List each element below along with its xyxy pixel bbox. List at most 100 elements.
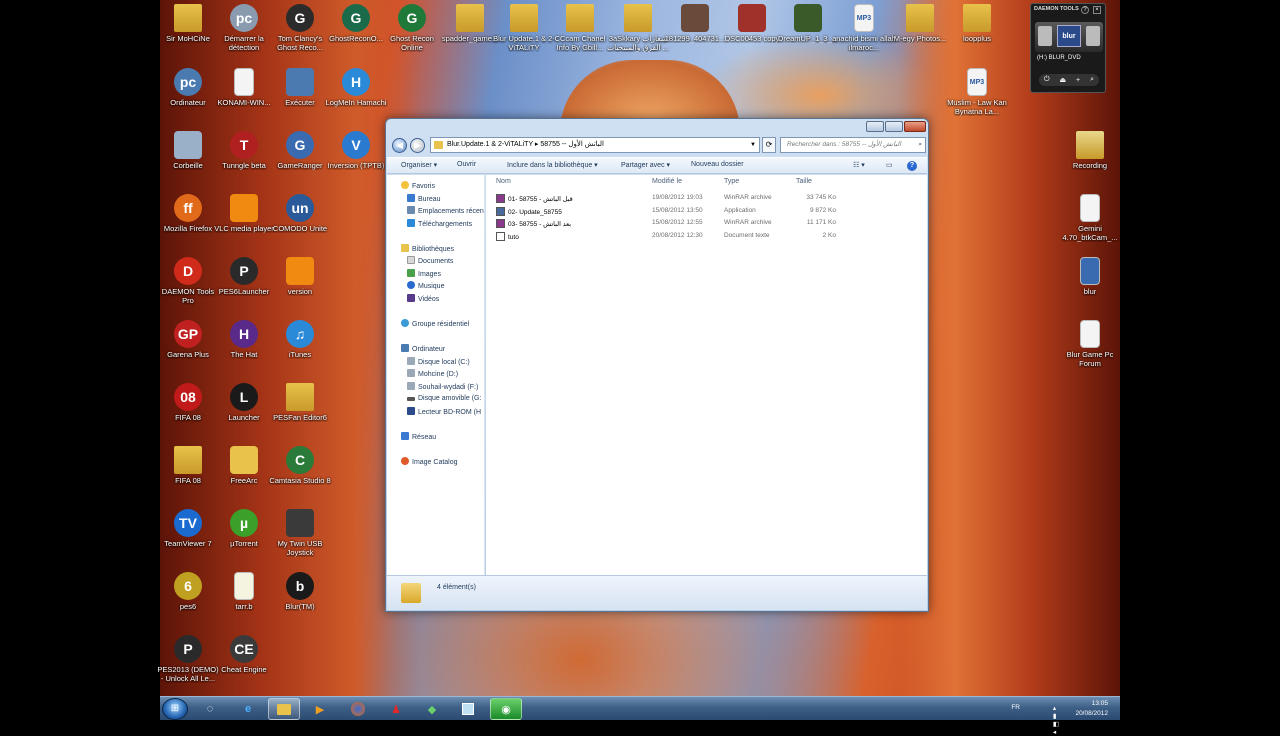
taskbar-ie-icon[interactable]: e (232, 698, 264, 720)
desktop-icon[interactable]: MP3 Muslim - Law Kan Bynatna La... (945, 68, 1009, 116)
desktop-icon[interactable]: G Ghost Recon Online (380, 4, 444, 52)
column-header-type[interactable]: Type (724, 178, 739, 188)
desktop-icon[interactable]: H LogMeIn Hamachi (324, 68, 388, 107)
desktop-icon[interactable]: µ µTorrent (212, 509, 276, 548)
column-header-size[interactable]: Taille (796, 178, 812, 188)
start-button[interactable]: ⊞ (162, 698, 188, 720)
desktop-icon[interactable]: M-egy Photos... (888, 4, 952, 43)
search-input[interactable]: Rechercher dans : 58755 -- الباتش الأول … (780, 137, 926, 153)
desktop-icon[interactable]: pc Démarrer la détection (212, 4, 276, 52)
desktop-icon[interactable]: My Twin USB Joystick (268, 509, 332, 557)
taskbar-media-player-icon[interactable]: ▶ (304, 698, 336, 720)
desktop-icon[interactable]: MP3 anachid bismi allah ilmaroc... (832, 4, 896, 52)
desktop-icon[interactable]: Blur Update.1 & 2-ViTALiTY (492, 4, 556, 52)
nav-network[interactable]: Réseau (401, 432, 436, 441)
include-library-button[interactable]: Inclure dans la bibliothèque ▾ (507, 161, 598, 169)
desktop-icon[interactable]: Recording (1058, 131, 1122, 170)
desktop-icon[interactable]: L Launcher (212, 383, 276, 422)
add-icon[interactable]: + (1076, 77, 1080, 84)
organize-button[interactable]: Organiser ▾ (401, 161, 437, 169)
desktop-icon[interactable]: 6 pes6 (156, 572, 220, 611)
forward-button[interactable]: ▶ (410, 138, 425, 153)
address-bar[interactable]: Blur.Update.1 & 2-ViTALiTY ▸ 58755 -- ال… (430, 137, 760, 153)
search-icon[interactable]: ⌕ (1090, 76, 1094, 84)
desktop-icon[interactable]: b Blur(TM) (268, 572, 332, 611)
desktop-icon[interactable]: P PES6Launcher (212, 257, 276, 296)
nav-videos[interactable]: Vidéos (407, 294, 439, 303)
view-options-icon[interactable]: ☷ ▾ (853, 161, 865, 169)
previous-disc-icon[interactable] (1038, 26, 1052, 46)
nav-libraries[interactable]: Bibliothèques (401, 244, 454, 253)
desktop-icon[interactable]: VLC media player (212, 194, 276, 233)
desktop-icon[interactable]: Corbeille (156, 131, 220, 170)
desktop-icon[interactable]: G GameRanger (268, 131, 332, 170)
desktop-icon[interactable]: T Tunngle beta (212, 131, 276, 170)
desktop-icon[interactable]: Sir MoHCiNe (156, 4, 220, 43)
share-button[interactable]: Partager avec ▾ (621, 161, 670, 169)
help-icon[interactable]: ? (1081, 6, 1089, 14)
desktop-icon[interactable]: 08 FIFA 08 (156, 383, 220, 422)
desktop-icon[interactable]: KONAMI-WIN... (212, 68, 276, 107)
desktop-icon[interactable]: TV TeamViewer 7 (156, 509, 220, 548)
nav-disk-d[interactable]: Mohcine (D:) (407, 369, 458, 378)
desktop-icon[interactable]: Gemini 4.70_btkCam_... (1058, 194, 1122, 242)
file-row[interactable]: 03- 58755 - بعد الباتش 15/08/2012 12:55 Wi… (486, 218, 926, 230)
file-row[interactable]: 02- Update_58755 15/08/2012 13:50 Applicat… (486, 206, 926, 218)
nav-music[interactable]: Musique (407, 281, 444, 290)
nav-disk-g[interactable]: Disque amovible (G: (407, 395, 481, 402)
desktop-icon[interactable]: un COMODO Unite (268, 194, 332, 233)
close-button[interactable] (904, 121, 926, 132)
column-header-modified[interactable]: Modifié le (652, 178, 682, 188)
desktop-icon[interactable]: H The Hat (212, 320, 276, 359)
taskbar-show-desktop-icon[interactable]: ◌ (194, 698, 226, 720)
nav-documents[interactable]: Documents (407, 256, 453, 265)
desktop-icon[interactable]: pc Ordinateur (156, 68, 220, 107)
desktop-icon[interactable]: Exécuter (268, 68, 332, 107)
chevron-down-icon[interactable]: ▼ (750, 138, 756, 152)
nav-disk-c[interactable]: Disque local (C:) (407, 357, 470, 366)
taskbar-camtasia-icon[interactable]: ◆ (416, 698, 448, 720)
file-list-pane[interactable]: Nom Modifié le Type Taille 01- 58755 - ق… (486, 175, 927, 576)
nav-disk-f[interactable]: Souhail-wydadi (F:) (407, 382, 478, 391)
desktop-icon[interactable]: D DAEMON Tools Pro (156, 257, 220, 305)
language-indicator[interactable]: FR (1011, 704, 1020, 711)
desktop-icon[interactable]: tarr.b (212, 572, 276, 611)
desktop-icon[interactable]: V Inversion (TPTB) (324, 131, 388, 170)
desktop-icon[interactable]: Blur Game Pc Forum (1058, 320, 1122, 368)
file-row[interactable]: tuto 20/08/2012 12:30 Document texte 2 Ko (486, 231, 926, 243)
nav-disk-h[interactable]: Lecteur BD-ROM (H (407, 407, 481, 416)
nav-recent-places[interactable]: Emplacements récen (407, 206, 484, 215)
clock-date[interactable]: 20/08/2012 (1075, 710, 1108, 717)
nav-computer[interactable]: Ordinateur (401, 344, 445, 353)
taskbar-notepad-icon[interactable] (452, 698, 484, 720)
desktop-icon[interactable]: FIFA 08 (156, 446, 220, 485)
nav-images[interactable]: Images (407, 269, 441, 278)
disc-tray[interactable]: blur (1035, 22, 1103, 52)
desktop-icon[interactable]: 3aSkkary شعارات الفرق والمنتخبات ... (606, 4, 670, 52)
desktop-icon[interactable]: C Camtasia Studio 8 (268, 446, 332, 485)
preview-pane-icon[interactable]: ▭ (886, 161, 893, 169)
explorer-window[interactable]: ◀ ▶ Blur.Update.1 & 2-ViTALiTY ▸ 58755 -… (385, 118, 929, 612)
open-button[interactable]: Ouvrir (457, 161, 476, 168)
desktop-icon[interactable]: P PES2013 (DEMO) - Unlock All Le... (156, 635, 220, 683)
taskbar-garena-icon[interactable]: ♟ (380, 698, 412, 720)
minimize-button[interactable] (866, 121, 884, 132)
taskbar-explorer-icon[interactable] (268, 698, 300, 720)
desktop-icon[interactable]: blur (1058, 257, 1122, 296)
desktop-icon[interactable]: loopplus (945, 4, 1009, 43)
nav-desktop[interactable]: Bureau (407, 194, 441, 203)
refresh-button[interactable]: ⟳ (762, 137, 776, 153)
nav-image-catalog[interactable]: Image Catalog (401, 457, 458, 466)
next-disc-icon[interactable] (1086, 26, 1100, 46)
maximize-button[interactable] (885, 121, 903, 132)
blur-disc-icon[interactable]: blur (1057, 25, 1081, 47)
close-icon[interactable]: × (1093, 6, 1101, 14)
desktop-icon[interactable]: ff Mozilla Firefox (156, 194, 220, 233)
eject-icon[interactable]: ⏏ (1059, 76, 1066, 84)
desktop-icon[interactable]: DreamUP_1_3_... (776, 4, 840, 43)
desktop-icon[interactable]: GP Garena Plus (156, 320, 220, 359)
desktop-icon[interactable]: FreeArc (212, 446, 276, 485)
desktop-icon[interactable]: G Tom Clancy's Ghost Reco... (268, 4, 332, 52)
taskbar-firefox-icon[interactable] (342, 698, 374, 720)
desktop-icon[interactable]: G GhostReconO... (324, 4, 388, 43)
